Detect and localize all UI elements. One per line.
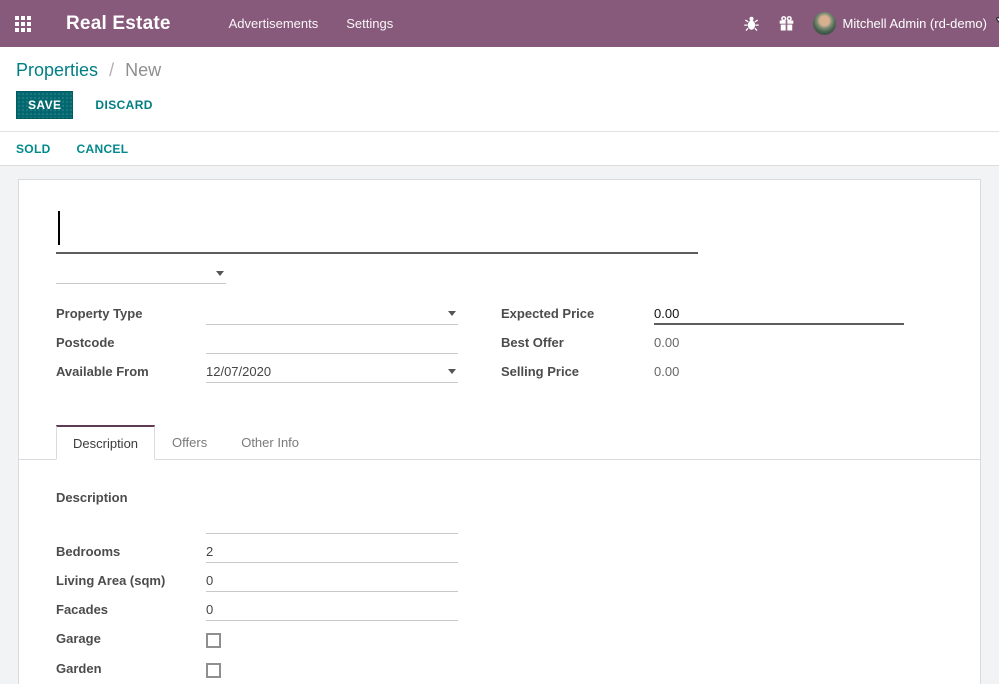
- action-bar: SAVE DISCARD: [0, 89, 999, 132]
- field-row-living-area: Living Area (sqm) 0: [56, 571, 458, 592]
- right-field-column: Expected Price 0.00 Best Offer 0.00 Sell…: [501, 304, 904, 391]
- garden-label: Garden: [56, 659, 206, 682]
- description-tab-pane: Description Bedrooms 2 Living Area (sqm)…: [56, 460, 943, 684]
- field-row-garage: Garage: [56, 629, 458, 652]
- field-row-description: Description: [56, 488, 458, 534]
- notebook-tabs: Description Offers Other Info: [19, 425, 980, 460]
- garage-checkbox-cell: [206, 629, 458, 652]
- menu-advertisements[interactable]: Advertisements: [227, 12, 321, 35]
- best-offer-label: Best Offer: [501, 333, 654, 354]
- living-area-input[interactable]: 0: [206, 571, 458, 592]
- available-from-date-input[interactable]: 12/07/2020: [206, 362, 458, 383]
- chevron-down-icon: [448, 311, 456, 316]
- field-row-property-type: Property Type: [56, 304, 458, 325]
- field-row-available-from: Available From 12/07/2020: [56, 362, 458, 383]
- breadcrumb-separator: /: [109, 60, 114, 80]
- content-area: Property Type Postcode Available Fr: [0, 166, 999, 684]
- discard-button[interactable]: DISCARD: [95, 98, 152, 112]
- property-type-select[interactable]: [206, 304, 458, 325]
- bedrooms-label: Bedrooms: [56, 542, 206, 563]
- breadcrumb-current: New: [125, 60, 161, 80]
- form-card: Property Type Postcode Available Fr: [18, 179, 981, 684]
- expected-price-input[interactable]: 0.00: [654, 304, 904, 325]
- field-row-facades: Facades 0: [56, 600, 458, 621]
- bedrooms-input[interactable]: 2: [206, 542, 458, 563]
- field-row-expected-price: Expected Price 0.00: [501, 304, 904, 325]
- navbar-right: Mitchell Admin (rd-demo): [743, 12, 988, 35]
- menu-settings[interactable]: Settings: [344, 12, 395, 35]
- debug-bug-icon[interactable]: [743, 15, 760, 32]
- left-field-column: Property Type Postcode Available Fr: [56, 304, 458, 391]
- user-menu[interactable]: Mitchell Admin (rd-demo): [813, 12, 988, 35]
- app-title: Real Estate: [66, 13, 171, 35]
- form-sheet: Property Type Postcode Available Fr: [19, 180, 980, 684]
- available-from-label: Available From: [56, 362, 206, 383]
- property-type-label: Property Type: [56, 304, 206, 325]
- save-button[interactable]: SAVE: [16, 91, 73, 119]
- selling-price-value: 0.00: [654, 362, 904, 383]
- garden-checkbox[interactable]: [206, 663, 221, 678]
- facades-input[interactable]: 0: [206, 600, 458, 621]
- postcode-label: Postcode: [56, 333, 206, 354]
- property-title-input[interactable]: [56, 205, 698, 254]
- facades-label: Facades: [56, 600, 206, 621]
- description-label: Description: [56, 488, 206, 534]
- user-avatar: [813, 12, 836, 35]
- garden-checkbox-cell: [206, 659, 458, 682]
- sold-button[interactable]: SOLD: [16, 142, 51, 156]
- top-navbar: Real Estate Advertisements Settings Mitc…: [0, 0, 999, 47]
- cancel-button[interactable]: CANCEL: [77, 142, 129, 156]
- gift-icon[interactable]: [778, 15, 795, 32]
- best-offer-value: 0.00: [654, 333, 904, 354]
- tab-other-info[interactable]: Other Info: [224, 425, 316, 460]
- main-menu: Advertisements Settings: [227, 12, 396, 35]
- apps-grid-icon: [15, 16, 31, 32]
- field-row-garden: Garden: [56, 659, 458, 682]
- selling-price-label: Selling Price: [501, 362, 654, 383]
- breadcrumb: Properties / New: [0, 47, 999, 89]
- expected-price-label: Expected Price: [501, 304, 654, 325]
- field-row-best-offer: Best Offer 0.00: [501, 333, 904, 354]
- statusbar: SOLD CANCEL: [0, 132, 999, 166]
- tab-description[interactable]: Description: [56, 425, 155, 460]
- tab-offers[interactable]: Offers: [155, 425, 224, 460]
- text-cursor: [58, 211, 60, 245]
- living-area-label: Living Area (sqm): [56, 571, 206, 592]
- garage-checkbox[interactable]: [206, 633, 221, 648]
- field-row-postcode: Postcode: [56, 333, 458, 354]
- tags-select[interactable]: [56, 263, 226, 284]
- chevron-down-icon: [448, 369, 456, 374]
- field-columns: Property Type Postcode Available Fr: [56, 304, 943, 391]
- field-row-selling-price: Selling Price 0.00: [501, 362, 904, 383]
- description-textarea[interactable]: [206, 488, 458, 534]
- chevron-down-icon: [216, 271, 224, 276]
- field-row-bedrooms: Bedrooms 2: [56, 542, 458, 563]
- postcode-input[interactable]: [206, 333, 458, 354]
- breadcrumb-properties-link[interactable]: Properties: [16, 60, 98, 80]
- garage-label: Garage: [56, 629, 206, 652]
- apps-menu-button[interactable]: [0, 0, 46, 47]
- user-name: Mitchell Admin (rd-demo): [843, 16, 988, 31]
